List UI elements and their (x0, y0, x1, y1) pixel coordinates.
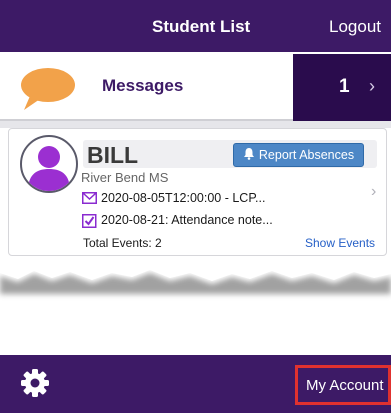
gear-icon[interactable] (20, 368, 50, 403)
student-name: BILL (87, 142, 139, 168)
chevron-right-icon: › (369, 76, 375, 96)
my-account-label: My Account (306, 376, 384, 394)
student-card[interactable]: BILL Report Absences River Bend MS 2020-… (8, 128, 387, 256)
messages-count-box[interactable]: 1 › (293, 54, 391, 121)
messages-row[interactable]: Messages 1 › (0, 54, 391, 121)
event-text: 2020-08-21: Attendance note... (101, 213, 273, 227)
messages-label: Messages (102, 76, 184, 95)
event-item[interactable]: 2020-08-05T12:00:00 - LCP... (82, 191, 266, 205)
checkbox-icon (82, 213, 97, 231)
page-title: Student List (152, 17, 251, 36)
total-events: Total Events: 2 (83, 236, 162, 250)
report-absences-label: Report Absences (258, 148, 355, 162)
report-absences-button[interactable]: Report Absences (233, 143, 364, 167)
bell-icon (243, 147, 255, 163)
school-name: River Bend MS (81, 170, 169, 185)
event-item[interactable]: 2020-08-21: Attendance note... (82, 213, 273, 228)
torn-edge-divider (0, 256, 391, 294)
event-text: 2020-08-05T12:00:00 - LCP... (101, 191, 266, 205)
logout-button[interactable]: Logout (329, 17, 381, 37)
section-divider (0, 121, 391, 128)
chat-bubble-icon (18, 66, 76, 117)
messages-count: 1 (339, 76, 350, 97)
top-nav-bar: Student List Logout (0, 0, 391, 54)
show-events-link[interactable]: Show Events (305, 236, 375, 250)
avatar (20, 135, 78, 193)
envelope-icon (82, 191, 97, 208)
chevron-right-icon[interactable]: › (371, 183, 376, 201)
my-account-button[interactable]: My Account (295, 365, 391, 405)
bottom-nav-bar: My Account (0, 355, 391, 413)
